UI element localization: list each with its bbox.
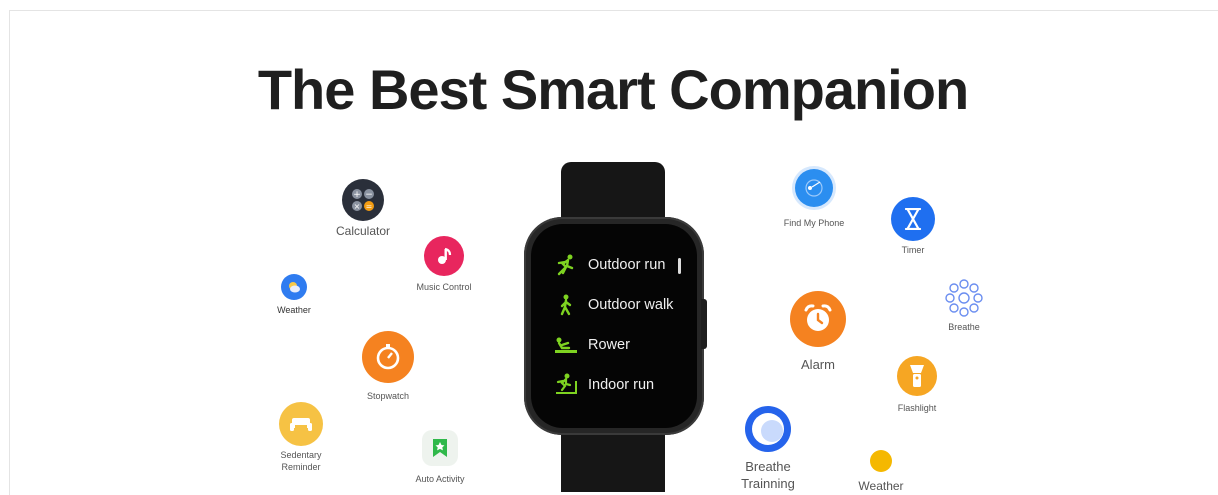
running-icon [553,253,579,277]
watch-item-label: Rower [588,337,630,353]
svg-text:−: − [365,190,373,200]
music-note-icon [424,236,464,276]
hourglass-icon [891,197,935,241]
sofa-icon [279,402,323,446]
breathe-training-label-line2: Trainning [741,475,795,491]
feature-find-my-phone: Find My Phone [778,169,850,230]
weather-icon [281,274,307,300]
stopwatch-icon [362,331,414,383]
sedentary-label-line2: Reminder [281,461,321,472]
feature-calculator: + − × = Calculator [328,179,398,240]
music-control-label: Music Control [416,282,472,292]
watch-item-outdoor-run: Outdoor run [553,253,665,277]
alarm-clock-icon [790,291,846,347]
feature-weather-left: Weather [270,274,318,317]
watch-item-label: Outdoor walk [588,297,674,313]
watch-scrollbar [678,258,681,274]
sedentary-label-line1: Sedentary [280,450,322,460]
stopwatch-label: Stopwatch [366,391,410,401]
watch-crown-button [701,299,707,349]
sun-icon [870,450,892,472]
watch-item-label: Outdoor run [588,257,666,273]
svg-text:×: × [354,202,361,211]
weather-right-label: Weather [858,479,904,493]
walking-icon [553,293,579,317]
watch-item-rower: Rower [553,333,630,357]
treadmill-icon [553,373,579,397]
breathe-icon [944,278,984,318]
feature-alarm: Alarm [784,291,852,374]
feature-weather-right: Weather [852,450,910,495]
feature-flashlight: Flashlight [890,356,944,415]
calculator-label: Calculator [335,224,391,238]
breathe-training-icon [745,406,791,452]
alarm-label: Alarm [801,357,835,372]
breathe-label: Breathe [948,322,980,332]
timer-label: Timer [901,245,925,255]
calculator-icon: + − × = [342,179,384,221]
watch-strap-top [561,162,665,224]
watch-item-outdoor-walk: Outdoor walk [553,293,673,317]
feature-music-control: Music Control [408,236,480,294]
feature-stopwatch: Stopwatch [352,331,424,403]
feature-breathe-training: Breathe Trainning [730,406,806,493]
find-my-phone-label: Find My Phone [783,218,845,228]
weather-left-label: Weather [277,305,311,315]
svg-text:+: + [353,190,361,200]
watch-item-indoor-run: Indoor run [553,373,654,397]
rower-icon [553,333,579,357]
svg-text:=: = [366,202,373,211]
feature-breathe: Breathe [938,278,990,334]
feature-auto-activity: Auto Activity [406,430,474,486]
feature-sedentary-reminder: Sedentary Reminder [270,402,332,473]
watch-item-label: Indoor run [588,377,655,393]
flashlight-icon [897,356,937,396]
breathe-training-label-line1: Breathe [745,459,791,474]
page-title: The Best Smart Companion [257,58,969,121]
auto-activity-icon [422,430,458,466]
find-phone-icon [795,169,833,207]
flashlight-label: Flashlight [897,403,937,413]
auto-activity-label: Auto Activity [415,474,465,484]
feature-timer: Timer [884,197,942,257]
watch-strap-bottom [561,430,665,492]
